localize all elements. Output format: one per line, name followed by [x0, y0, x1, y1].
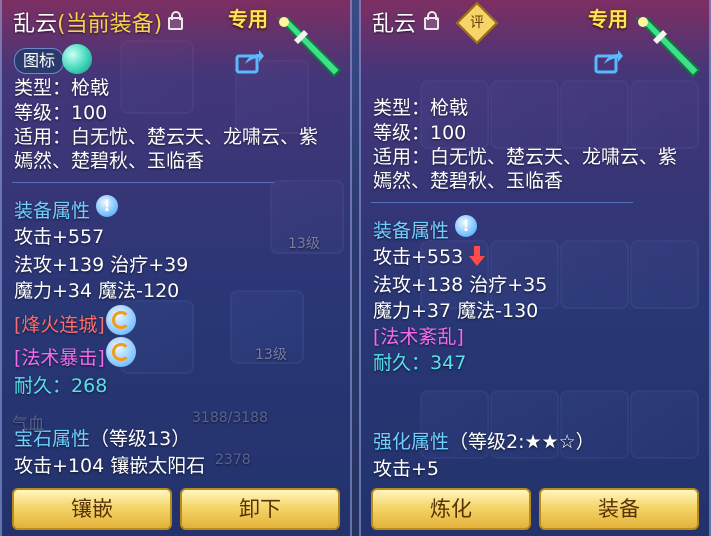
unlock-icon[interactable]	[424, 11, 439, 30]
gem-level: （等级13）	[90, 428, 191, 450]
item-type: 类型：枪戟	[14, 77, 110, 99]
usable-roles-line1: 适用：白无忧、楚云天、龙啸云、紫	[373, 146, 678, 168]
item-name: 乱云	[372, 12, 417, 37]
skill-chaos: [法术紊乱]	[373, 326, 464, 348]
durability: 耐久：347	[373, 348, 466, 375]
enhance-attr: 强化属性（等级2:★★☆）	[373, 427, 595, 454]
refine-label: 炼化	[430, 497, 472, 521]
decrease-arrow-icon	[469, 246, 486, 266]
unload-label: 卸下	[239, 497, 281, 521]
enhance-stat: 攻击+5	[373, 458, 440, 480]
unload-button[interactable]: 卸下	[180, 488, 340, 530]
skill-crit: [法术暴击]	[14, 347, 105, 369]
rate-icon[interactable]: 评	[455, 1, 499, 45]
exclusive-label: 专用	[228, 7, 268, 31]
compare-equipment-tooltip: 乱云 评 专用 类型：枪戟 等级：100 适用：白无忧、楚云天、龙啸云、紫 嫣然…	[359, 0, 711, 536]
durability-value: 268	[71, 375, 108, 397]
divider	[12, 182, 274, 183]
attack-value: 攻击+553	[373, 246, 464, 268]
refresh-skill-icon[interactable]	[106, 337, 136, 367]
equip-button[interactable]: 装备	[539, 488, 699, 530]
item-level: 等级：100	[373, 122, 467, 144]
durability-label: 耐久：	[14, 375, 72, 397]
item-type: 类型：枪戟	[373, 97, 469, 119]
gem-orb-icon[interactable]	[62, 44, 92, 74]
inlay-button[interactable]: 镶嵌	[12, 488, 172, 530]
equip-label: 装备	[598, 497, 640, 521]
refine-button[interactable]: 炼化	[371, 488, 531, 530]
usable-roles-line1: 适用：白无忧、楚云天、龙啸云、紫	[14, 126, 319, 148]
icon-toggle-badge[interactable]: 图标	[14, 48, 65, 74]
hp-value: 3188/3188	[192, 410, 268, 426]
magic-heal-stat: 法攻+139 治疗+39	[14, 254, 189, 276]
attr-header: 装备属性	[373, 220, 450, 242]
unlock-icon[interactable]	[168, 11, 183, 30]
info-icon[interactable]: !	[96, 195, 118, 217]
gem-stat: 攻击+104 镶嵌太阳石	[14, 455, 206, 477]
icon-toggle-label: 图标	[23, 51, 56, 70]
magic-heal-stat: 法攻+138 治疗+35	[373, 274, 548, 296]
durability: 耐久：268	[14, 371, 107, 398]
info-icon[interactable]: !	[455, 215, 477, 237]
skill-fenghuo: [烽火连城]	[14, 314, 105, 336]
durability-label: 耐久：	[373, 352, 431, 374]
rate-label: 评	[470, 15, 484, 31]
hp-label: 气血	[12, 414, 45, 433]
mp-value: 2378	[215, 452, 251, 468]
share-icon[interactable]	[594, 48, 624, 74]
exclusive-label: 专用	[588, 7, 628, 31]
current-equipment-tooltip: 乱云(当前装备) 专用 图标 类型：枪戟 等级：100 适用：白无忧、楚云天、龙…	[0, 0, 352, 536]
sword-icon	[634, 17, 701, 78]
equipped-status: (当前装备)	[57, 12, 163, 37]
usable-roles-line2: 嫣然、楚碧秋、玉临香	[373, 170, 564, 192]
enhance-level: （等级2:★★☆）	[449, 431, 595, 453]
attr-header: 装备属性	[14, 200, 91, 222]
attack-stat: 攻击+553	[373, 242, 486, 269]
share-icon[interactable]	[235, 48, 265, 74]
divider	[371, 202, 633, 203]
usable-roles-line2: 嫣然、楚碧秋、玉临香	[14, 150, 205, 172]
level-badge: 13级	[288, 236, 320, 252]
item-name: 乱云	[13, 12, 58, 37]
power-mana-stat: 魔力+37 魔法-130	[373, 300, 539, 322]
power-mana-stat: 魔力+34 魔法-120	[14, 280, 180, 302]
level-badge: 13级	[255, 347, 287, 363]
item-title: 乱云(当前装备)	[13, 6, 162, 38]
inlay-label: 镶嵌	[71, 497, 113, 521]
durability-value: 347	[430, 352, 467, 374]
enhance-header: 强化属性	[373, 431, 450, 453]
sword-icon	[275, 17, 342, 78]
item-level: 等级：100	[14, 102, 108, 124]
refresh-skill-icon[interactable]	[106, 305, 136, 335]
attack-stat: 攻击+557	[14, 226, 105, 248]
